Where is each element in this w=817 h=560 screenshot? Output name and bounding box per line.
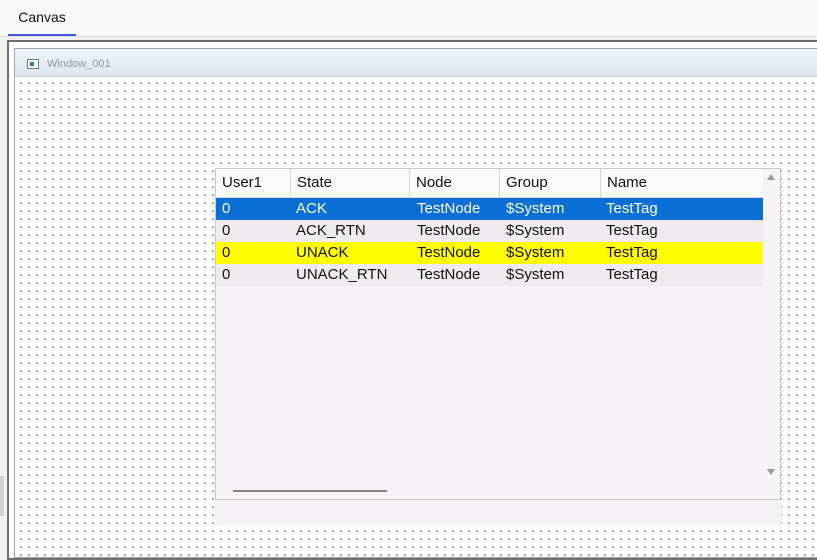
horizontal-scrollbar[interactable] [216, 481, 764, 499]
table-cell: $System [506, 244, 565, 261]
table-cell: TestNode [417, 266, 481, 283]
table-cell: TestTag [606, 244, 658, 261]
scroll-down-arrow-icon[interactable] [767, 469, 775, 475]
table-cell: $System [506, 266, 565, 283]
table-cell: TestNode [417, 200, 481, 217]
table-row[interactable]: 0 UNACK TestNode $System TestTag [216, 242, 764, 264]
table-cell: UNACK [296, 244, 349, 261]
table-row[interactable]: 0 ACK_RTN TestNode $System TestTag [216, 220, 764, 242]
column-header-group[interactable]: Group [500, 169, 601, 197]
table-cell: TestNode [417, 222, 481, 239]
window-title: Window_001 [47, 58, 111, 70]
left-edge-handle [0, 476, 4, 516]
table-cell: ACK_RTN [296, 222, 366, 239]
column-header-user1[interactable]: User1 [216, 169, 291, 197]
table-cell: $System [506, 200, 565, 217]
window-title-bar[interactable]: Window_001 [15, 49, 817, 77]
table-cell: TestTag [606, 266, 658, 283]
table-row[interactable]: 0 UNACK_RTN TestNode $System TestTag [216, 264, 764, 286]
column-header-name[interactable]: Name [601, 169, 764, 197]
grid-header: User1 State Node Group Name [216, 169, 764, 198]
grid-footer-area [215, 500, 781, 526]
horizontal-scroll-thumb[interactable] [233, 490, 387, 492]
tab-canvas[interactable]: Canvas [8, 0, 76, 36]
scroll-up-arrow-icon[interactable] [767, 174, 775, 180]
table-cell: 0 [222, 200, 231, 217]
table-cell: 0 [222, 222, 231, 239]
alarm-grid[interactable]: User1 State Node Group Name 0 ACK TestNode… [215, 168, 781, 500]
vertical-scrollbar[interactable] [763, 169, 780, 481]
table-cell: $System [506, 222, 565, 239]
table-cell: TestTag [606, 200, 658, 217]
table-cell: 0 [222, 244, 231, 261]
column-header-node[interactable]: Node [410, 169, 500, 197]
column-header-state[interactable]: State [291, 169, 410, 197]
table-cell: 0 [222, 266, 231, 283]
tab-bar: Canvas [0, 0, 817, 37]
table-row[interactable]: 0 ACK TestNode $System TestTag [216, 198, 764, 220]
table-cell: TestNode [417, 244, 481, 261]
table-cell: UNACK_RTN [296, 266, 388, 283]
table-cell: ACK [296, 200, 327, 217]
table-cell: TestTag [606, 222, 658, 239]
window-icon [27, 59, 39, 69]
